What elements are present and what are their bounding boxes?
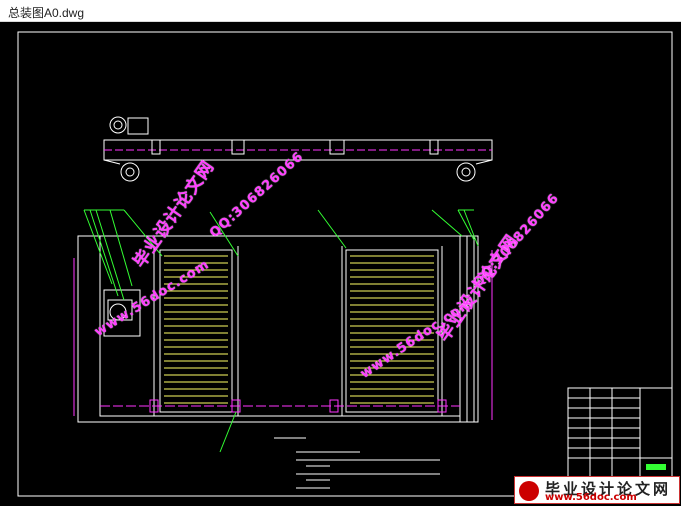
logo-url: www.56doc.com — [545, 492, 637, 503]
drawing-canvas[interactable]: 毕业设计论文网 QQ:306826066 www.56doc.com QQ:30… — [0, 22, 681, 506]
site-logo: 毕业设计论文网 www.56doc.com — [514, 476, 680, 504]
top-view-assembly — [103, 116, 493, 182]
window-title-bar: 总装图A0.dwg — [0, 0, 681, 22]
title-block — [567, 387, 673, 479]
roller-rungs — [164, 255, 434, 404]
logo-badge-icon — [519, 481, 539, 501]
technical-notes — [274, 437, 440, 489]
window-title: 总装图A0.dwg — [8, 6, 85, 20]
drawing-frame — [17, 31, 673, 497]
cad-drawing — [17, 31, 673, 497]
